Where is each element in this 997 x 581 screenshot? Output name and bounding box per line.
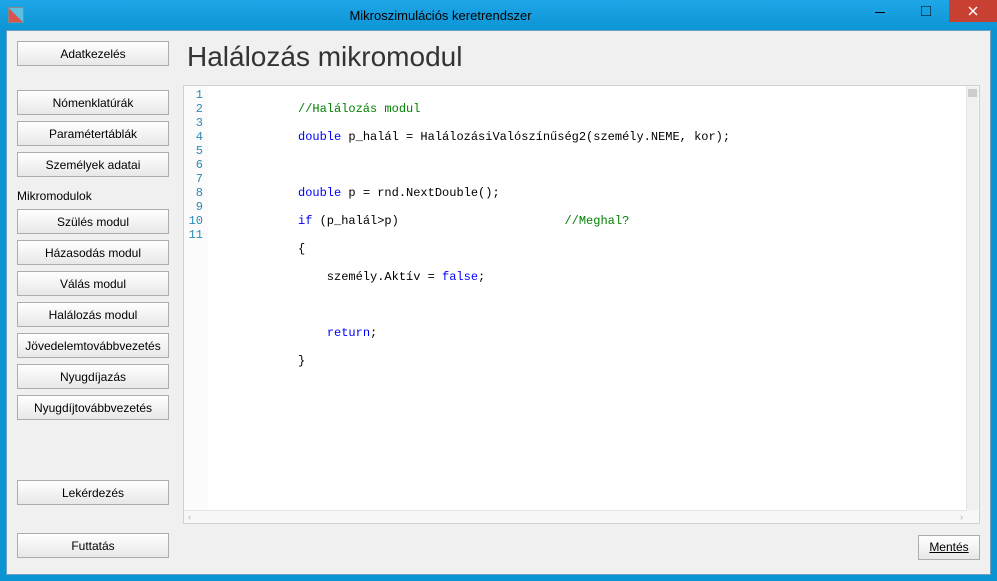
code-text: ; [370,326,377,340]
line-number: 8 [184,186,203,200]
line-number: 5 [184,144,203,158]
sidebar: Adatkezelés Nómenklatúrák Paramétertáblá… [7,31,177,574]
window-title: Mikroszimulációs keretrendszer [24,8,857,23]
sidebar-btn-retirement[interactable]: Nyugdíjazás [17,364,169,389]
title-bar: Mikroszimulációs keretrendszer [0,0,997,30]
close-button[interactable] [949,0,997,22]
line-number: 10 [184,214,203,228]
line-number: 3 [184,116,203,130]
code-keyword: double [298,130,341,144]
line-number: 9 [184,200,203,214]
code-text: p = rnd.NextDouble(); [341,186,499,200]
line-number: 1 [184,88,203,102]
client-area: Adatkezelés Nómenklatúrák Paramétertáblá… [6,30,991,575]
code-keyword: double [298,186,341,200]
sidebar-btn-data-management[interactable]: Adatkezelés [17,41,169,66]
sidebar-btn-parameter-tables[interactable]: Paramétertáblák [17,121,169,146]
save-button-label: Mentés [929,540,968,554]
window-controls [857,0,997,22]
code-text: (p_halál>p) [312,214,564,228]
scroll-left-icon[interactable]: ‹ [188,512,191,522]
code-text: ; [478,270,485,284]
code-comment: //Meghal? [564,214,629,228]
footer: Mentés [183,524,980,564]
code-comment: //Halálozás modul [298,102,420,116]
line-number: 2 [184,102,203,116]
code-editor[interactable]: 1 2 3 4 5 6 7 8 9 10 11 //Halálozás modu… [183,85,980,524]
sidebar-btn-birth-module[interactable]: Szülés modul [17,209,169,234]
code-text: személy.Aktív = [298,270,442,284]
sidebar-btn-marriage-module[interactable]: Házasodás modul [17,240,169,265]
editor-code[interactable]: //Halálozás modul double p_halál = Halál… [208,86,966,510]
code-keyword: if [298,214,312,228]
sidebar-group-mikromodulok: Mikromodulok [17,189,169,203]
sidebar-btn-pension-forward[interactable]: Nyugdíjtovábbvezetés [17,395,169,420]
code-text: p_halál = HalálozásiValószínűség2(személ… [341,130,730,144]
sidebar-btn-death-module[interactable]: Halálozás modul [17,302,169,327]
horizontal-scrollbar[interactable]: ‹› [185,511,966,522]
line-number: 6 [184,158,203,172]
code-text: { [298,242,305,256]
code-keyword: false [442,270,478,284]
scroll-right-icon[interactable]: › [960,512,963,522]
sidebar-btn-query[interactable]: Lekérdezés [17,480,169,505]
sidebar-btn-income-forward[interactable]: Jövedelemtovábbvezetés [17,333,169,358]
minimize-button[interactable] [857,0,903,22]
code-keyword: return [327,326,370,340]
line-number: 7 [184,172,203,186]
main-panel: Halálozás mikromodul 1 2 3 4 5 6 7 8 9 1… [177,31,990,574]
app-icon [8,7,24,23]
editor-gutter: 1 2 3 4 5 6 7 8 9 10 11 [184,86,208,510]
line-number: 11 [184,228,203,242]
sidebar-btn-divorce-module[interactable]: Válás modul [17,271,169,296]
vertical-scrollbar[interactable] [967,87,978,510]
save-button[interactable]: Mentés [918,535,980,560]
line-number: 4 [184,130,203,144]
sidebar-btn-persons[interactable]: Személyek adatai [17,152,169,177]
code-text: } [298,354,305,368]
sidebar-btn-nomenclatures[interactable]: Nómenklatúrák [17,90,169,115]
scroll-thumb[interactable] [968,89,977,97]
page-title: Halálozás mikromodul [187,41,980,73]
sidebar-btn-run[interactable]: Futtatás [17,533,169,558]
maximize-button[interactable] [903,0,949,22]
